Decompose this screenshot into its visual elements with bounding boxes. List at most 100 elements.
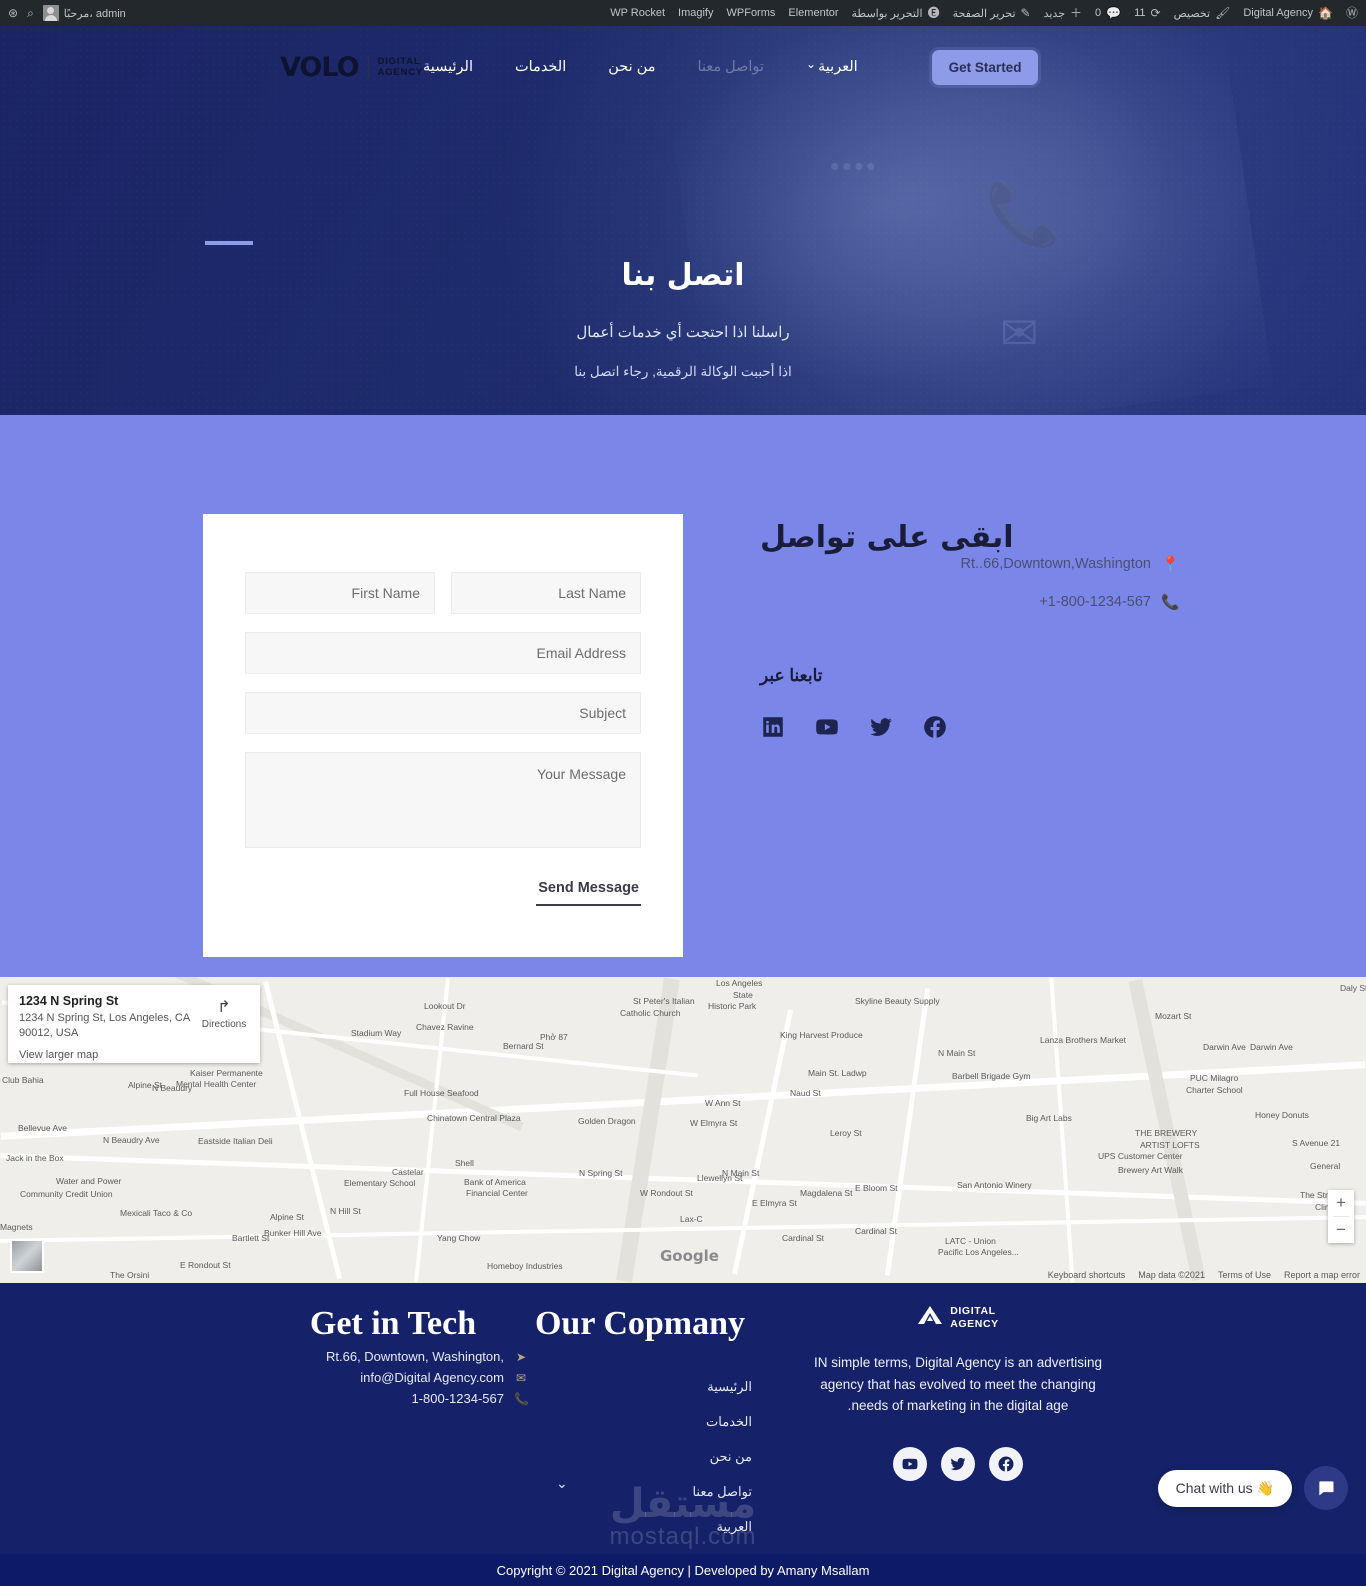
map-label: Pacific Los Angeles... [938, 1247, 1019, 1257]
first-name-input[interactable] [245, 572, 435, 614]
scroll-down-caret-icon[interactable]: ⌄ [556, 1475, 568, 1492]
google-watermark: Google [660, 1247, 719, 1265]
footer-contact-heading: Get in Tech [309, 1305, 477, 1342]
map-label: Darwin Ave [1250, 1042, 1293, 1052]
map-label: Golden Dragon [578, 1116, 636, 1126]
map-label: Eastside Italian Deli [198, 1136, 273, 1146]
phone-icon: 📞 [514, 1391, 529, 1406]
map-label: Chavez Ravine [416, 1022, 474, 1032]
last-name-input[interactable] [451, 572, 641, 614]
map-label: Bellevue Ave [18, 1123, 67, 1133]
elementor-icon: 🅔 [927, 6, 940, 20]
contact-address-row: 📍 Rt..66,Downtown,Washington [760, 555, 1180, 573]
footer-social-links [808, 1446, 1108, 1481]
nav-link-services[interactable]: الخدمات [515, 59, 566, 75]
map-label: Brewery Art Walk [1118, 1165, 1183, 1175]
map-label: Daly St [1340, 983, 1366, 993]
map-label: Lanza Brothers Market [1040, 1035, 1126, 1045]
map-label: Darwin Ave [1203, 1042, 1246, 1052]
subject-input[interactable] [245, 692, 641, 734]
adminbar-item-customize[interactable]: تخصيص 🖌 [1174, 7, 1231, 20]
google-map[interactable]: Club Bahia Kaiser Permanente Mental Health… [0, 977, 1366, 1283]
footer-logo-text: DIGITAL AGENCY [950, 1305, 999, 1330]
adminbar-item-comments[interactable]: 0 💬 [1095, 7, 1121, 19]
hero-section: 📞 ✉ •••• Get Started العربية تواصل معنا … [0, 26, 1366, 415]
chat-with-us-pill[interactable]: Chat with us 👋 [1157, 1469, 1292, 1507]
adminbar-item-site-name[interactable]: Digital Agency 🏠 [1243, 7, 1333, 19]
map-label: Full House Seafood [404, 1088, 479, 1098]
map-label: Castelar [392, 1167, 424, 1177]
map-label: Los Angeles [716, 978, 763, 988]
map-attribution: Keyboard shortcuts Map data ©2021 Terms … [1042, 1268, 1366, 1282]
nav-link-about[interactable]: من نحن [608, 59, 655, 75]
email-input[interactable] [245, 632, 641, 674]
nav-link-language[interactable]: العربية [806, 59, 858, 75]
admin-search-icon[interactable]: ⌕ [27, 7, 34, 19]
adminbar-item-new[interactable]: جديد ＋ [1044, 7, 1082, 20]
map-satellite-thumbnail[interactable] [10, 1239, 44, 1273]
youtube-icon[interactable] [814, 714, 840, 740]
adminbar-item-wp-rocket[interactable]: WP Rocket [610, 7, 665, 19]
map-label: Alpine St [128, 1080, 163, 1090]
view-larger-map-link[interactable]: View larger map [19, 1049, 249, 1061]
logo-digital-agency-text: DIGITAL AGENCY [377, 55, 424, 78]
footer-youtube-icon[interactable] [893, 1446, 927, 1481]
adminbar-wp-icon[interactable]: Ⓦ [1346, 7, 1358, 19]
footer-link-language[interactable]: العربية [528, 1519, 752, 1535]
adminbar-item-elementor[interactable]: Elementor [788, 7, 838, 19]
updates-icon: ⟳ [1150, 6, 1161, 20]
footer-about-text: IN simple terms, Digital Agency is an ad… [813, 1355, 1103, 1414]
directions-button[interactable]: ↱ Directions [198, 997, 250, 1030]
map-label: Financial Center [466, 1188, 528, 1198]
map-label: Mozart St [1155, 1011, 1192, 1021]
hero-subtitle-1: راسلنا اذا احتجت أي خدمات أعمال [576, 324, 790, 341]
get-started-button[interactable]: Get Started [931, 49, 1039, 85]
send-message-button[interactable]: Send Message [536, 880, 641, 906]
contact-phone-row: 📞 +1-800-1234-567 [760, 593, 1180, 611]
twitter-icon[interactable] [868, 714, 894, 740]
chat-dots-icon: •••• [830, 151, 879, 181]
chat-toggle-button[interactable] [1304, 1466, 1348, 1510]
footer-link-about[interactable]: من نحن [528, 1449, 752, 1465]
footer-facebook-icon[interactable] [989, 1446, 1023, 1481]
nav-link-contact[interactable]: تواصل معنا [698, 59, 764, 75]
adminbar-item-updates[interactable]: 11 ⟳ [1134, 7, 1160, 19]
adminbar-item-imagify[interactable]: Imagify [678, 7, 713, 19]
keyboard-shortcuts-link[interactable]: Keyboard shortcuts [1048, 1270, 1126, 1280]
logo-volo-text: VOLO [280, 51, 360, 83]
footer-column-contact: Get in Tech Rt.66, Downtown, Washington,… [258, 1305, 529, 1535]
footer-logo[interactable]: DIGITAL AGENCY [808, 1305, 1108, 1330]
map-label: Shell [455, 1158, 474, 1168]
footer-company-heading: Our Copmany [534, 1305, 746, 1342]
site-navbar: Get Started العربية تواصل معنا من نحن ال… [0, 26, 1366, 108]
message-textarea[interactable] [245, 752, 641, 848]
social-links [760, 714, 1180, 740]
map-label: Bank of America [464, 1177, 526, 1187]
map-zoom-out-button[interactable]: − [1328, 1217, 1354, 1243]
admin-greeting[interactable]: مرحبًا، admin [42, 5, 126, 21]
footer-phone-row: 1-800-1234-567 📞 [258, 1391, 528, 1406]
phone-ring-icon: 📞 [985, 180, 1063, 249]
adminbar-item-edit-with-elementor[interactable]: التحرير بواسطة 🅔 [852, 7, 940, 20]
map-label: Honey Donuts [1255, 1110, 1309, 1120]
facebook-icon[interactable] [922, 714, 948, 740]
nav-links: العربية تواصل معنا من نحن الخدمات الرئيس… [423, 59, 858, 75]
report-map-error-link[interactable]: Report a map error [1284, 1270, 1360, 1280]
wp-logo-icon[interactable]: ⊛ [8, 7, 18, 19]
map-label: Lookout Dr [424, 1001, 466, 1011]
nav-link-home[interactable]: الرئيسية [423, 59, 473, 75]
map-zoom-in-button[interactable]: + [1328, 1190, 1354, 1216]
footer-twitter-icon[interactable] [941, 1446, 975, 1481]
map-label: Mexicali Taco & Co [120, 1208, 193, 1218]
site-logo[interactable]: VOLO DIGITAL AGENCY [280, 52, 423, 83]
adminbar-item-edit-page[interactable]: تحرير الصفحة ✎ [953, 7, 1031, 20]
map-label: THE BREWERY [1135, 1128, 1198, 1138]
map-label: Charter School [1186, 1085, 1243, 1095]
footer-link-home[interactable]: الرئيسية [528, 1379, 752, 1395]
adminbar-item-wpforms[interactable]: WPForms [727, 7, 776, 19]
terms-of-use-link[interactable]: Terms of Use [1218, 1270, 1271, 1280]
map-label: E Elmyra St [752, 1198, 797, 1208]
map-label: San Antonio Winery [957, 1180, 1032, 1190]
linkedin-icon[interactable] [760, 714, 786, 740]
footer-link-services[interactable]: الخدمات [528, 1414, 752, 1430]
